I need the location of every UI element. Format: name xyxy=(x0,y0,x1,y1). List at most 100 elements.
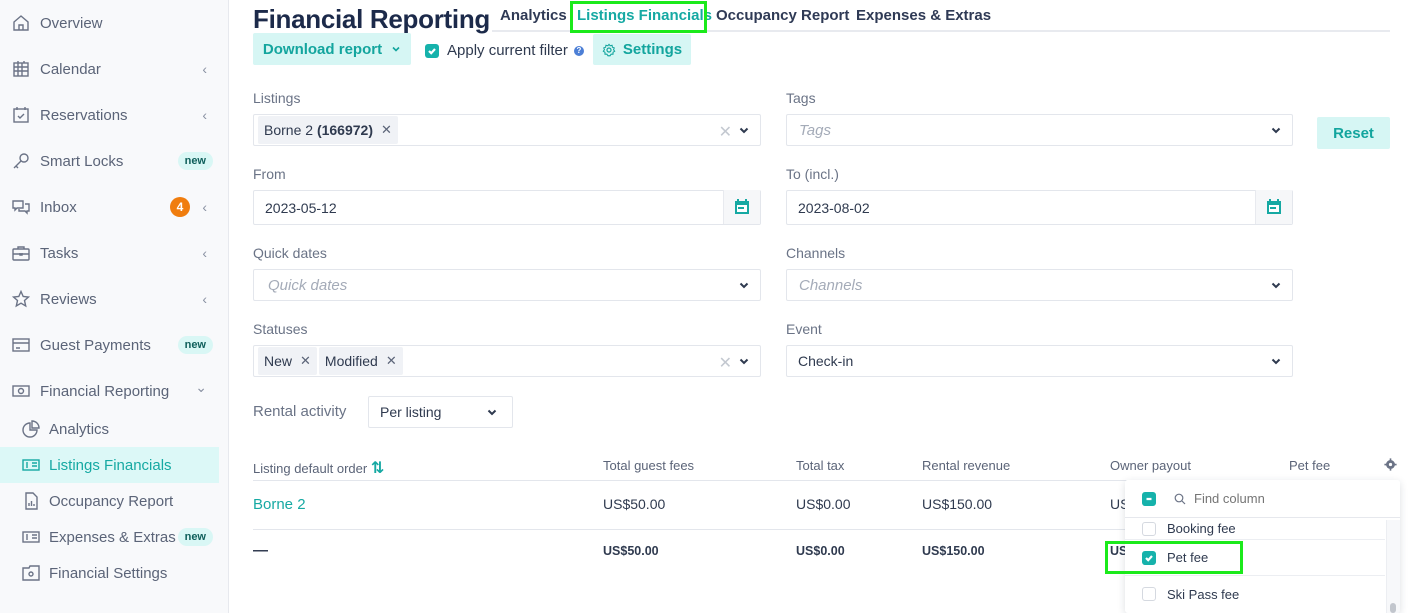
sidebar-subitem-label: Listings Financials xyxy=(49,456,172,474)
sidebar-item-label: Calendar xyxy=(40,60,101,78)
column-header-guest-fees[interactable]: Total guest fees xyxy=(603,458,694,473)
event-value: Check-in xyxy=(798,353,854,369)
sidebar-subitem-analytics[interactable]: Analytics xyxy=(0,411,219,447)
column-option-label: Pet fee xyxy=(1167,550,1209,565)
download-report-label: Download report xyxy=(262,40,383,58)
channels-label: Channels xyxy=(786,245,846,261)
find-column-input[interactable] xyxy=(1194,491,1374,506)
column-header-tax[interactable]: Total tax xyxy=(796,458,844,473)
chevron-down-icon: ⌄ xyxy=(195,379,207,395)
event-label: Event xyxy=(786,321,822,337)
chevron-down-icon xyxy=(392,46,400,52)
remove-chip-icon[interactable]: ✕ xyxy=(386,353,397,369)
rental-activity-select[interactable]: Per listing xyxy=(368,396,513,428)
event-select[interactable]: Check-in xyxy=(786,345,1293,377)
column-picker-scrollbar[interactable] xyxy=(1386,520,1400,613)
quick-dates-select[interactable]: Quick dates xyxy=(253,269,761,301)
calendar-button[interactable] xyxy=(1255,190,1292,224)
column-settings-gear-icon[interactable] xyxy=(1384,458,1397,471)
sidebar-item-tasks[interactable]: Tasks ‹ xyxy=(0,235,219,271)
column-option-label: Booking fee xyxy=(1167,521,1236,536)
report-tabs: Analytics Listings Financials Occupancy … xyxy=(492,0,1390,32)
tab-analytics[interactable]: Analytics xyxy=(500,7,567,24)
channels-select[interactable]: Channels xyxy=(786,269,1293,301)
chevron-down-icon[interactable] xyxy=(738,354,752,368)
page-title: Financial Reporting xyxy=(253,4,490,34)
sidebar-item-reservations[interactable]: Reservations ‹ xyxy=(0,97,219,133)
reset-button[interactable]: Reset xyxy=(1317,117,1390,149)
statuses-select[interactable]: New ✕ Modified ✕ ✕ xyxy=(253,345,761,377)
sidebar-item-label: Overview xyxy=(40,14,103,32)
tab-occupancy-report[interactable]: Occupancy Report xyxy=(716,7,849,24)
chevron-left-icon: ‹ xyxy=(202,291,207,307)
tab-expenses-extras[interactable]: Expenses & Extras xyxy=(856,7,991,24)
sidebar-item-inbox[interactable]: Inbox 4 ‹ xyxy=(0,189,219,225)
listing-link[interactable]: Borne 2 xyxy=(253,496,306,513)
sidebar-item-reviews[interactable]: Reviews ‹ xyxy=(0,281,219,317)
sidebar-subitem-expenses-extras[interactable]: Expenses & Extras new xyxy=(0,519,219,555)
listings-select[interactable]: Borne 2 (166972) ✕ ✕ xyxy=(253,114,761,146)
sidebar-item-label: Inbox xyxy=(40,198,77,216)
sidebar-item-smart-locks[interactable]: Smart Locks new xyxy=(0,143,219,179)
checkbox-unchecked[interactable] xyxy=(1142,521,1156,536)
chevron-left-icon: ‹ xyxy=(202,107,207,123)
sidebar-item-label: Tasks xyxy=(40,244,79,262)
checkbox-checked[interactable] xyxy=(1142,550,1156,565)
calendar-icon xyxy=(1267,199,1281,214)
column-label: Listing default order xyxy=(253,461,368,476)
column-header-listing[interactable]: Listing default order ⇅ xyxy=(253,458,384,478)
sidebar-item-label: Financial Reporting xyxy=(40,382,170,400)
sidebar-subitem-occupancy-report[interactable]: Occupancy Report xyxy=(0,483,219,519)
sidebar-subitem-label: Financial Settings xyxy=(49,564,168,582)
sidebar-item-financial-reporting[interactable]: Financial Reporting ⌄ xyxy=(0,373,219,409)
select-all-indeterminate-checkbox[interactable] xyxy=(1142,491,1156,506)
checkbox-checked[interactable] xyxy=(425,43,439,58)
column-header-owner-payout[interactable]: Owner payout xyxy=(1110,458,1191,473)
sidebar-item-guest-payments[interactable]: Guest Payments new xyxy=(0,327,219,363)
column-header-pet-fee[interactable]: Pet fee xyxy=(1289,458,1330,473)
sidebar-subitem-label: Analytics xyxy=(49,420,110,438)
sidebar-item-calendar[interactable]: Calendar ‹ xyxy=(0,51,219,87)
chevron-down-icon[interactable] xyxy=(1270,354,1284,368)
chevron-down-icon[interactable] xyxy=(486,405,500,419)
chevron-down-icon[interactable] xyxy=(738,278,752,292)
calendar-button[interactable] xyxy=(723,190,760,224)
column-picker-header-overlay xyxy=(1125,480,1400,518)
to-label: To (incl.) xyxy=(786,166,839,182)
status-chip-modified: Modified ✕ xyxy=(318,347,403,375)
sidebar-subitem-listings-financials[interactable]: Listings Financials xyxy=(0,447,219,483)
help-icon[interactable]: ? xyxy=(573,45,584,56)
chevron-down-icon[interactable] xyxy=(738,123,752,137)
from-date-value: 2023-05-12 xyxy=(265,199,337,216)
new-badge: new xyxy=(177,528,213,546)
gear-icon xyxy=(602,42,616,56)
chevron-down-icon[interactable] xyxy=(1270,278,1284,292)
remove-chip-icon[interactable]: ✕ xyxy=(381,122,392,138)
download-report-button[interactable]: Download report xyxy=(253,33,411,65)
chevron-down-icon[interactable] xyxy=(1270,123,1284,137)
clear-icon[interactable]: ✕ xyxy=(719,122,732,142)
to-date-input[interactable]: 2023-08-02 xyxy=(786,190,1293,225)
column-option-pet-fee[interactable]: Pet fee xyxy=(1125,540,1385,576)
column-option-ski-pass-fee[interactable]: Ski Pass fee xyxy=(1125,576,1385,612)
checkbox-unchecked[interactable] xyxy=(1142,587,1156,601)
sidebar-item-overview[interactable]: Overview xyxy=(0,5,219,41)
dollar-list-icon xyxy=(21,527,41,547)
calendar-icon xyxy=(11,59,31,79)
tags-select[interactable]: Tags xyxy=(786,114,1293,146)
clear-icon[interactable]: ✕ xyxy=(719,353,732,373)
tab-listings-financials[interactable]: Listings Financials xyxy=(577,7,712,24)
sidebar-subitem-financial-settings[interactable]: Financial Settings xyxy=(0,555,219,591)
cell-guest-fees: US$50.00 xyxy=(603,496,666,512)
settings-button[interactable]: Settings xyxy=(593,34,691,65)
column-header-rental-revenue[interactable]: Rental revenue xyxy=(922,458,1010,473)
chip-label: Modified xyxy=(324,353,378,369)
home-icon xyxy=(11,13,31,33)
remove-chip-icon[interactable]: ✕ xyxy=(300,353,311,369)
apply-filter-checkbox[interactable]: Apply current filter ? xyxy=(425,42,584,59)
sort-icon[interactable]: ⇅ xyxy=(371,460,384,477)
scrollbar-thumb[interactable] xyxy=(1390,603,1396,613)
from-date-input[interactable]: 2023-05-12 xyxy=(253,190,761,225)
briefcase-icon xyxy=(11,243,31,263)
search-icon xyxy=(1174,493,1186,504)
